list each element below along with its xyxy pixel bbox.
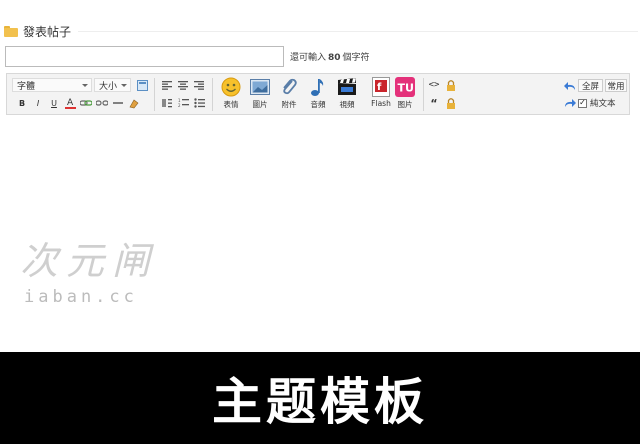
font-size-select[interactable]: 大小: [94, 78, 131, 92]
unlink-icon[interactable]: [96, 97, 108, 109]
lock-icon[interactable]: [445, 97, 457, 109]
redo-icon[interactable]: [564, 97, 576, 109]
quote-icon[interactable]: “: [428, 97, 440, 110]
align-center-icon[interactable]: [177, 79, 189, 91]
toolbar-separator: [154, 78, 155, 111]
font-family-select-label: 字體: [17, 81, 36, 92]
svg-text:TU: TU: [398, 82, 414, 95]
music-button[interactable]: 音頻: [304, 77, 332, 113]
link-icon[interactable]: [80, 97, 92, 109]
common-button[interactable]: 常用: [605, 79, 627, 92]
emoji-button[interactable]: 表情: [217, 77, 245, 113]
svg-text:2: 2: [178, 103, 181, 108]
folder-icon: [4, 25, 18, 37]
font-family-select[interactable]: 字體: [12, 78, 92, 92]
subject-input[interactable]: [5, 45, 284, 67]
paperclip-icon: [279, 77, 299, 97]
chevron-down-icon: [82, 84, 88, 87]
music-note-icon: [308, 77, 328, 97]
toolbar-separator: [423, 78, 424, 111]
tu-image-button-label: 图片: [397, 100, 413, 109]
source-view-icon[interactable]: [136, 79, 148, 91]
chevron-down-icon: [121, 84, 127, 87]
align-right-icon[interactable]: [193, 79, 205, 91]
hide-content-icon[interactable]: [445, 79, 457, 91]
ordered-list-icon[interactable]: 12: [177, 97, 189, 109]
header-divider: [78, 31, 638, 32]
char-limit-count: 80: [328, 52, 341, 63]
flash-button-label: Flash: [371, 99, 391, 108]
tu-image-icon: TU: [395, 77, 415, 97]
page-header: 發表帖子: [4, 20, 71, 42]
watermark-name: 次元闸: [20, 239, 159, 283]
svg-text:f: f: [377, 82, 382, 93]
plain-text-label: 純文本: [590, 99, 616, 109]
image-button[interactable]: 圖片: [246, 77, 274, 113]
font-size-select-label: 大小: [99, 81, 118, 92]
flash-icon: f: [371, 77, 391, 97]
unordered-list-icon[interactable]: [193, 97, 205, 109]
italic-icon[interactable]: I: [32, 97, 44, 109]
align-left-icon[interactable]: [161, 79, 173, 91]
clear-format-icon[interactable]: [128, 97, 140, 109]
float-left-icon[interactable]: [161, 97, 173, 109]
char-limit-suffix: 個字符: [342, 52, 370, 63]
bold-icon[interactable]: B: [16, 97, 28, 109]
font-color-icon[interactable]: A: [64, 97, 76, 109]
image-icon: [250, 77, 270, 97]
editor-panel: 發表帖子 還可輸入 80 個字符 字體 大小 B I U A 1 2 表情 圖片…: [0, 0, 640, 352]
image-button-label: 圖片: [252, 100, 268, 109]
subject-row: 還可輸入 80 個字符: [5, 45, 370, 67]
editor-toolbar: 字體 大小 B I U A 1 2 表情 圖片 附件 音頻 視頻 f Flash…: [6, 73, 630, 115]
char-limit: 還可輸入 80 個字符: [290, 50, 370, 63]
bottom-banner: 主题模板: [0, 352, 640, 444]
video-button[interactable]: 視頻: [333, 77, 361, 113]
watermark: 次元闸 iaban.cc: [20, 230, 158, 307]
tu-image-button[interactable]: TU 图片: [391, 77, 419, 113]
clapperboard-icon: [337, 77, 357, 97]
plain-text-checkbox[interactable]: ✓: [578, 98, 587, 108]
char-limit-prefix: 還可輸入: [290, 52, 327, 63]
toolbar-separator: [212, 78, 213, 111]
code-icon[interactable]: <>: [428, 79, 440, 91]
emoji-button-label: 表情: [223, 100, 239, 109]
underline-icon[interactable]: U: [48, 97, 60, 109]
watermark-url: iaban.cc: [24, 287, 138, 307]
video-button-label: 視頻: [339, 100, 355, 109]
page-title: 發表帖子: [23, 24, 72, 39]
attachment-button[interactable]: 附件: [275, 77, 303, 113]
horizontal-rule-icon[interactable]: [112, 97, 124, 109]
svg-text:A: A: [67, 98, 74, 108]
fullscreen-button[interactable]: 全屏: [578, 79, 603, 92]
banner-title: 主题模板: [212, 373, 428, 431]
plain-text-toggle[interactable]: ✓ 純文本: [578, 97, 616, 109]
undo-icon[interactable]: [564, 80, 576, 92]
attachment-button-label: 附件: [281, 100, 297, 109]
smiley-icon: [221, 77, 241, 97]
music-button-label: 音頻: [310, 100, 326, 109]
